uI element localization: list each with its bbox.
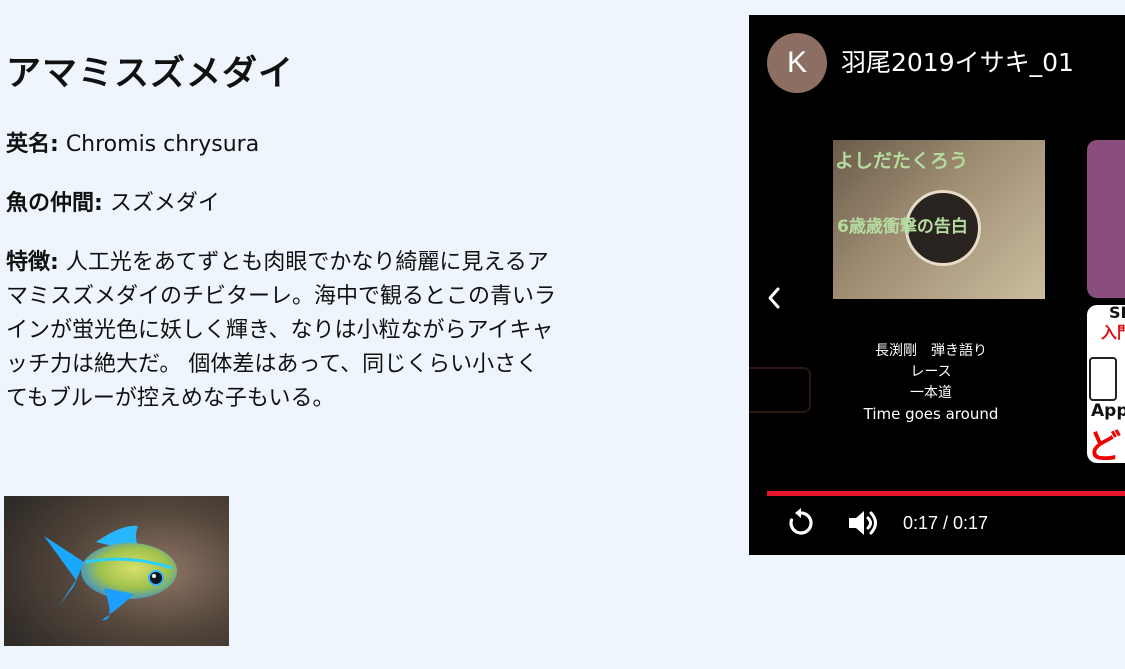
lyrics-line: 一本道 — [910, 385, 952, 401]
english-name-value: Chromis chrysura — [65, 132, 260, 157]
fish-photo — [4, 496, 229, 646]
fish-illustration — [4, 496, 229, 646]
fish-name: アマミスズメダイ — [6, 54, 295, 94]
feature-row: 特徴: 人工光をあてずとも肉眼でかなり綺麗に見えるアマミスズメダイのチビターレ。… — [6, 246, 556, 416]
progress-bar[interactable] — [767, 491, 1125, 496]
channel-avatar[interactable]: K — [767, 33, 827, 93]
family-row: 魚の仲間: スズメダイ — [6, 187, 220, 221]
lyrics-line: Time goes around — [863, 405, 999, 423]
ad-text-4: ど — [1087, 427, 1121, 463]
related-video-thumbnail-3[interactable]: SI 入門 App ど — [1087, 305, 1125, 463]
previous-thumbnail-edge[interactable] — [749, 367, 811, 413]
video-title[interactable]: 羽尾2019イサキ_01 — [841, 45, 1074, 81]
progress-fill — [767, 491, 1125, 496]
feature-value: 人工光をあてずとも肉眼でかなり綺麗に見えるアマミスズメダイのチビターレ。海中で観… — [6, 250, 557, 411]
related-video-thumbnail-2[interactable] — [1087, 140, 1125, 298]
chevron-left-icon[interactable] — [763, 285, 785, 311]
ad-text-3: App — [1091, 401, 1125, 421]
video-player[interactable]: K 羽尾2019イサキ_01 よしだたくろう 6歳歳衝撃の告白 SI 入門 Ap… — [749, 15, 1125, 555]
related-video-thumbnail[interactable]: よしだたくろう 6歳歳衝撃の告白 — [833, 140, 1045, 299]
fish-info: アマミスズメダイ 英名: Chromis chrysura 魚の仲間: スズメダ… — [6, 52, 556, 411]
thumbnail-text-mid: 6歳歳衝撃の告白 — [837, 217, 968, 237]
clock-icon — [1089, 357, 1117, 401]
replay-icon[interactable] — [785, 507, 817, 539]
feature-label: 特徴: — [6, 250, 59, 275]
family-label: 魚の仲間: — [6, 191, 103, 216]
thumbnail-text-top: よしだたくろう — [835, 150, 969, 172]
ad-text-2: 入門 — [1101, 323, 1125, 342]
related-video-lyrics: 長渕剛 弾き語り レース 一本道 Time goes around — [853, 341, 1009, 425]
lyrics-line: 長渕剛 弾き語り — [875, 343, 987, 359]
volume-icon[interactable] — [846, 507, 882, 539]
english-name-label: 英名: — [6, 132, 59, 157]
family-value: スズメダイ — [109, 191, 220, 216]
english-name-row: 英名: Chromis chrysura — [6, 128, 259, 162]
time-display: 0:17 / 0:17 — [903, 513, 989, 533]
lyrics-line: レース — [910, 364, 952, 380]
